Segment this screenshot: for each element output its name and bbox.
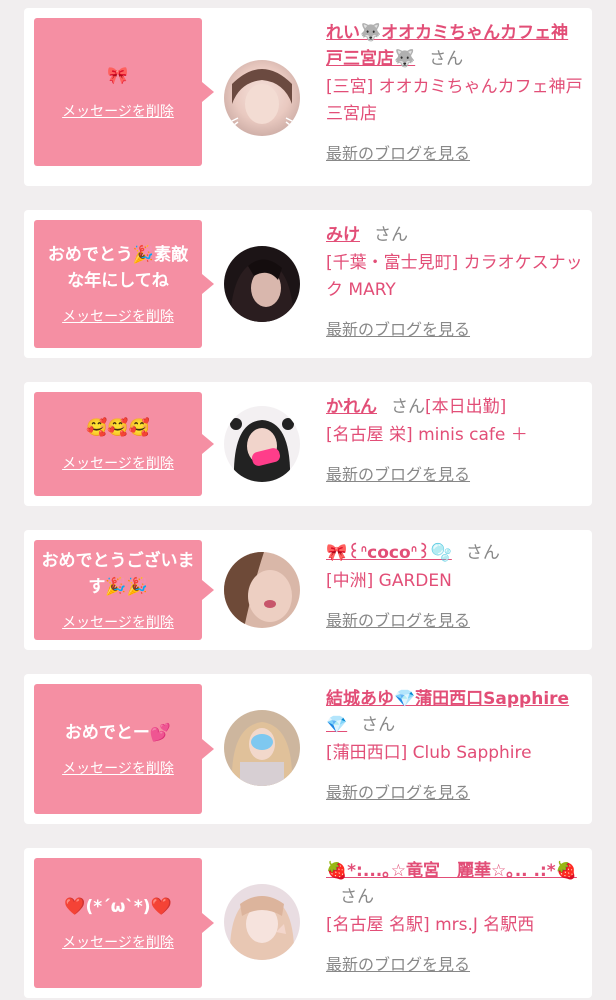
sender-info: れい🐺オオカミちゃんカフェ神戸三宮店🐺 さん [三宮] オオカミちゃんカフェ神戸三…: [326, 20, 584, 164]
message-bubble: 🥰🥰🥰 メッセージを削除: [34, 392, 214, 496]
message-bubble: おめでとー💕 メッセージを削除: [34, 684, 214, 814]
honorific: さん: [340, 887, 374, 907]
avatar-photo: [224, 60, 300, 136]
shop-name: [千葉・富士見町] カラオケスナック MARY: [326, 253, 583, 300]
shop-name: [名古屋 名駅] mrs.J 名駅西: [326, 915, 535, 935]
message-card: ❤️(*´ω`*)❤️ メッセージを削除 🍓*:...｡☆竜宮 麗華☆｡.. .…: [24, 848, 592, 998]
avatar[interactable]: [224, 710, 300, 786]
avatar-photo: [224, 884, 300, 960]
message-bubble: ❤️(*´ω`*)❤️ メッセージを削除: [34, 858, 214, 988]
delete-message-link[interactable]: メッセージを削除: [62, 101, 174, 121]
delete-message-link[interactable]: メッセージを削除: [62, 306, 174, 326]
sender-info: かれん さん[本日出勤] [名古屋 栄] minis cafe ＋ 最新のブログを…: [326, 394, 584, 485]
shop-name: [名古屋 栄] minis cafe ＋: [326, 425, 528, 445]
delete-message-link[interactable]: メッセージを削除: [62, 612, 174, 632]
message-card: おめでとうございます🎉🎉 メッセージを削除 🎀꒰ᐢcocoᐢ꒱🫧 さん [中洲] …: [24, 530, 592, 650]
message-text: 🥰🥰🥰: [86, 418, 150, 438]
shop-name: [中洲] GARDEN: [326, 571, 452, 591]
honorific: さん: [374, 225, 408, 245]
sender-name-link[interactable]: 🎀꒰ᐢcocoᐢ꒱🫧: [326, 543, 452, 563]
latest-blog-link[interactable]: 最新のブログを見る: [326, 316, 470, 340]
honorific: さん: [465, 543, 500, 563]
message-text: 🎀: [107, 66, 129, 86]
delete-message-link[interactable]: メッセージを削除: [62, 453, 174, 473]
sender-name-link[interactable]: 🍓*:...｡☆竜宮 麗華☆｡.. .:*🍓: [326, 861, 577, 881]
avatar[interactable]: [224, 884, 300, 960]
latest-blog-link[interactable]: 最新のブログを見る: [326, 461, 470, 485]
shop-name: [三宮] オオカミちゃんカフェ神戸三宮店: [326, 77, 583, 124]
avatar[interactable]: [224, 552, 300, 628]
avatar-photo: [224, 246, 300, 322]
honorific: さん: [391, 397, 425, 417]
honorific: さん: [429, 49, 464, 69]
avatar-photo: [224, 710, 300, 786]
message-text: おめでとー💕: [64, 723, 172, 743]
latest-blog-link[interactable]: 最新のブログを見る: [326, 140, 470, 164]
message-card: おめでとー💕 メッセージを削除 結城あゆ💎蒲田西口Sapphire💎 さん [蒲田…: [24, 674, 592, 824]
honorific: さん: [361, 715, 396, 735]
delete-message-link[interactable]: メッセージを削除: [62, 758, 174, 778]
message-bubble: おめでとう🎉素敵な年にしてね メッセージを削除: [34, 220, 214, 348]
message-text: ❤️(*´ω`*)❤️: [64, 897, 172, 917]
sender-info: みけ さん [千葉・富士見町] カラオケスナック MARY 最新のブログを見る: [326, 222, 584, 340]
status-text: [本日出勤]: [425, 397, 507, 417]
avatar[interactable]: [224, 60, 300, 136]
sender-info: 🍓*:...｡☆竜宮 麗華☆｡.. .:*🍓 さん [名古屋 名駅] mrs.J …: [326, 858, 584, 975]
message-list: 🎀 メッセージを削除 れい🐺オオカミちゃんカフェ神戸三宮店🐺 さん [三宮] オ…: [0, 0, 616, 1000]
message-card: 🥰🥰🥰 メッセージを削除 かれん さん[本日出勤] [名古屋 栄] minis c…: [24, 382, 592, 506]
message-card: おめでとう🎉素敵な年にしてね メッセージを削除 みけ さん [千葉・富士見町] カ…: [24, 210, 592, 358]
latest-blog-link[interactable]: 最新のブログを見る: [326, 779, 470, 803]
message-text: おめでとうございます🎉🎉: [41, 551, 195, 597]
message-card: 🎀 メッセージを削除 れい🐺オオカミちゃんカフェ神戸三宮店🐺 さん [三宮] オ…: [24, 8, 592, 186]
avatar-photo: [224, 552, 300, 628]
avatar-photo: [224, 406, 300, 482]
shop-name: [蒲田西口] Club Sapphire: [326, 743, 532, 763]
latest-blog-link[interactable]: 最新のブログを見る: [326, 607, 470, 631]
delete-message-link[interactable]: メッセージを削除: [62, 932, 174, 952]
avatar[interactable]: [224, 246, 300, 322]
latest-blog-link[interactable]: 最新のブログを見る: [326, 951, 470, 975]
avatar[interactable]: [224, 406, 300, 482]
sender-name-link[interactable]: かれん: [326, 397, 377, 417]
message-bubble: おめでとうございます🎉🎉 メッセージを削除: [34, 540, 214, 640]
message-text: おめでとう🎉素敵な年にしてね: [47, 245, 189, 291]
message-bubble: 🎀 メッセージを削除: [34, 18, 214, 166]
sender-info: 🎀꒰ᐢcocoᐢ꒱🫧 さん [中洲] GARDEN 最新のブログを見る: [326, 540, 584, 631]
sender-name-link[interactable]: みけ: [326, 225, 360, 245]
sender-info: 結城あゆ💎蒲田西口Sapphire💎 さん [蒲田西口] Club Sapphir…: [326, 686, 584, 803]
